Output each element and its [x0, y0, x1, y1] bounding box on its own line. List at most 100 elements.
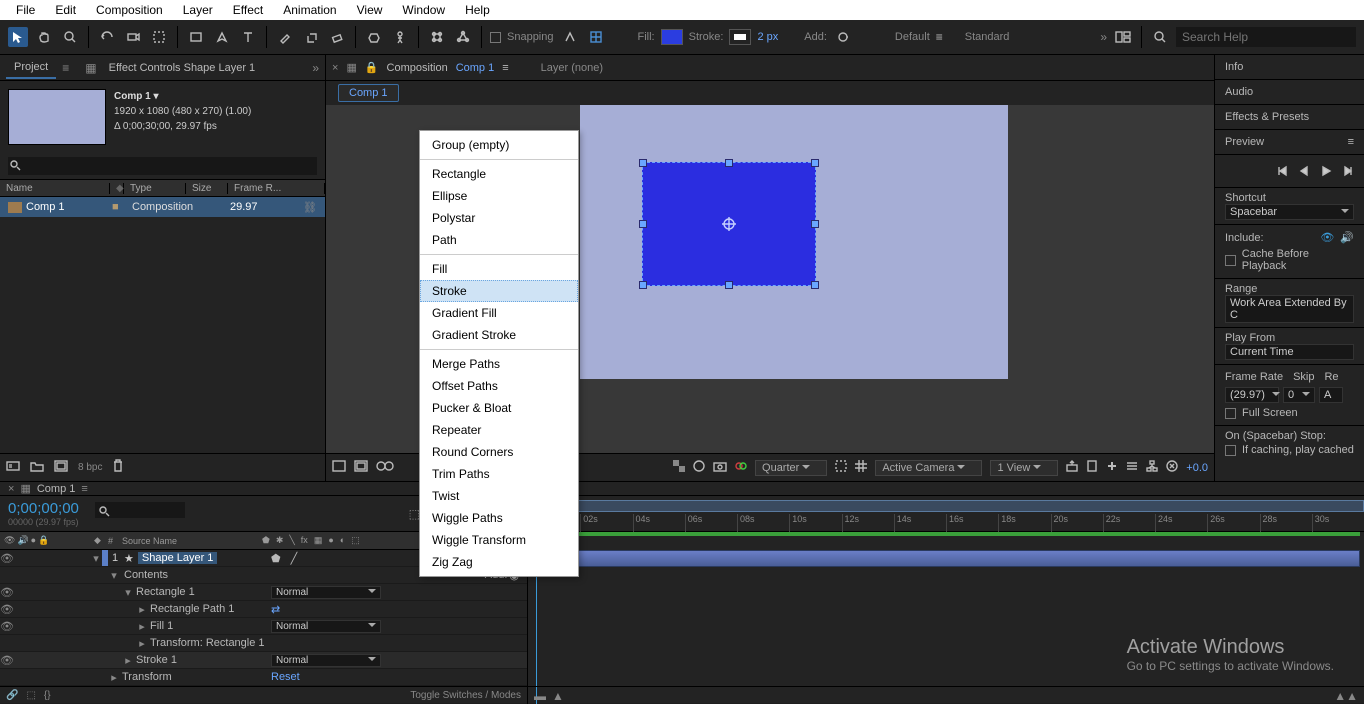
prop-transform[interactable]: Transform: [120, 671, 267, 683]
panel-menu-icon[interactable]: ≡: [1348, 136, 1354, 148]
mesh2-icon[interactable]: [453, 27, 473, 47]
timeline-icon[interactable]: [1126, 460, 1138, 475]
skip-dropdown[interactable]: 0: [1283, 387, 1315, 403]
resize-handle[interactable]: [639, 159, 647, 167]
resize-handle[interactable]: [811, 220, 819, 228]
snap-grid-icon[interactable]: [586, 27, 606, 47]
prop-stroke[interactable]: Stroke 1: [134, 654, 267, 666]
new-folder-icon[interactable]: [30, 460, 44, 475]
timeline-tab[interactable]: Comp 1: [37, 483, 76, 495]
col-name[interactable]: Name: [0, 183, 110, 194]
exposure-value[interactable]: +0.0: [1186, 462, 1208, 474]
menu-gradient-stroke[interactable]: Gradient Stroke: [420, 324, 578, 346]
time-ruler[interactable]: :00f 02s 04s 06s 08s 10s 12s 14s 16s 18s…: [528, 496, 1364, 532]
reset-exposure-icon[interactable]: [1166, 460, 1178, 475]
pixel-aspect-icon[interactable]: [1086, 460, 1098, 475]
anchor-point-icon[interactable]: [722, 217, 736, 231]
eye-toggle[interactable]: 👁: [0, 586, 14, 599]
snapshot-icon[interactable]: [713, 460, 727, 475]
work-area-bar[interactable]: [528, 500, 1364, 512]
twirl-icon[interactable]: ▾: [122, 586, 134, 599]
pen-tool-icon[interactable]: [212, 27, 232, 47]
menu-repeater[interactable]: Repeater: [420, 419, 578, 441]
menu-twist[interactable]: Twist: [420, 485, 578, 507]
brush-tool-icon[interactable]: [275, 27, 295, 47]
menu-help[interactable]: Help: [455, 1, 500, 19]
layer-duration-bar[interactable]: [528, 550, 1360, 567]
menu-wiggle-paths[interactable]: Wiggle Paths: [420, 507, 578, 529]
twirl-icon[interactable]: ▸: [108, 671, 120, 684]
col-type[interactable]: Type: [124, 183, 186, 194]
prop-rectangle[interactable]: Rectangle 1: [134, 586, 267, 598]
text-tool-icon[interactable]: [238, 27, 258, 47]
menu-edit[interactable]: Edit: [45, 1, 86, 19]
add-shape-context-menu[interactable]: Group (empty) Rectangle Ellipse Polystar…: [419, 130, 579, 577]
blendmode-dropdown[interactable]: Normal: [271, 620, 381, 633]
twirl-icon[interactable]: ▸: [136, 603, 148, 616]
twirl-icon[interactable]: ▸: [122, 654, 134, 667]
prev-frame-icon[interactable]: [1298, 165, 1310, 177]
panel-menu-icon[interactable]: ≡: [502, 62, 508, 74]
ifcaching-checkbox[interactable]: [1225, 445, 1236, 456]
toggle-switches-button[interactable]: Toggle Switches / Modes: [410, 690, 521, 701]
zoom-out-icon[interactable]: ▬: [534, 689, 546, 703]
goto-start-icon[interactable]: [1276, 165, 1288, 177]
direction-icon[interactable]: ⇄: [271, 603, 280, 616]
lock-icon[interactable]: 🔒: [365, 61, 379, 74]
zoom-tool-icon[interactable]: [60, 27, 80, 47]
prop-rectpath[interactable]: Rectangle Path 1: [148, 603, 267, 615]
res-dropdown[interactable]: A: [1319, 387, 1343, 403]
menu-polystar[interactable]: Polystar: [420, 207, 578, 229]
camera-tool-icon[interactable]: [123, 27, 143, 47]
resize-handle[interactable]: [811, 159, 819, 167]
clone-tool-icon[interactable]: [301, 27, 321, 47]
overflow-icon[interactable]: »: [1100, 30, 1107, 44]
snapping-checkbox[interactable]: [490, 32, 501, 43]
panel-preview-header[interactable]: Preview ≡: [1215, 130, 1364, 155]
channel-icon[interactable]: [735, 460, 747, 475]
breadcrumb-item[interactable]: Comp 1: [338, 84, 399, 102]
playfrom-dropdown[interactable]: Current Time: [1225, 344, 1354, 360]
panel-audio[interactable]: Audio: [1215, 80, 1364, 105]
share-icon[interactable]: [1066, 460, 1078, 475]
mesh-icon[interactable]: [427, 27, 447, 47]
burger-icon[interactable]: ≡: [936, 30, 943, 44]
panel-menu-icon[interactable]: ≡: [81, 483, 87, 495]
layer-name[interactable]: Shape Layer 1: [138, 552, 218, 564]
layer-prop-row[interactable]: ▸ Transform Reset: [0, 669, 527, 686]
shortcut-dropdown[interactable]: Spacebar: [1225, 204, 1354, 220]
flowchart-icon[interactable]: ⛓: [303, 201, 317, 214]
tab-composition-name[interactable]: Comp 1: [456, 62, 495, 74]
magnification-icon[interactable]: [332, 460, 346, 475]
menu-pucker-bloat[interactable]: Pucker & Bloat: [420, 397, 578, 419]
fast-preview-icon[interactable]: [1106, 460, 1118, 475]
resize-handle[interactable]: [725, 281, 733, 289]
prop-fill[interactable]: Fill 1: [148, 620, 267, 632]
menu-view[interactable]: View: [347, 1, 393, 19]
panel-effects-presets[interactable]: Effects & Presets: [1215, 105, 1364, 130]
puppet-tool-icon[interactable]: [390, 27, 410, 47]
comp-name[interactable]: Comp 1 ▾: [114, 89, 251, 104]
eye-toggle[interactable]: 👁: [0, 552, 14, 565]
orbit-tool-icon[interactable]: [97, 27, 117, 47]
flowchart-icon[interactable]: [1146, 460, 1158, 475]
close-tab-icon[interactable]: ×: [8, 483, 14, 495]
camera-dropdown[interactable]: Active Camera: [875, 460, 982, 476]
comp-thumbnail[interactable]: [8, 89, 106, 145]
project-search-input[interactable]: [8, 157, 317, 175]
eraser-tool-icon[interactable]: [327, 27, 347, 47]
bpc-label[interactable]: 8 bpc: [78, 462, 102, 473]
menu-group-empty[interactable]: Group (empty): [420, 134, 578, 156]
menubar[interactable]: File Edit Composition Layer Effect Anima…: [0, 0, 1364, 20]
goggles-icon[interactable]: [376, 461, 394, 474]
menu-rectangle[interactable]: Rectangle: [420, 163, 578, 185]
cache-checkbox[interactable]: [1225, 255, 1236, 266]
label-color-icon[interactable]: ■: [112, 201, 126, 213]
workspace-switcher-icon[interactable]: [1113, 27, 1133, 47]
eye-toggle[interactable]: 👁: [0, 654, 14, 667]
roi-icon[interactable]: [835, 460, 847, 475]
transparency-grid-icon[interactable]: [673, 460, 685, 475]
workspace-standard[interactable]: Standard: [965, 31, 1010, 43]
timeline-track-area[interactable]: :00f 02s 04s 06s 08s 10s 12s 14s 16s 18s…: [528, 496, 1364, 704]
overflow-icon[interactable]: »: [312, 61, 319, 75]
